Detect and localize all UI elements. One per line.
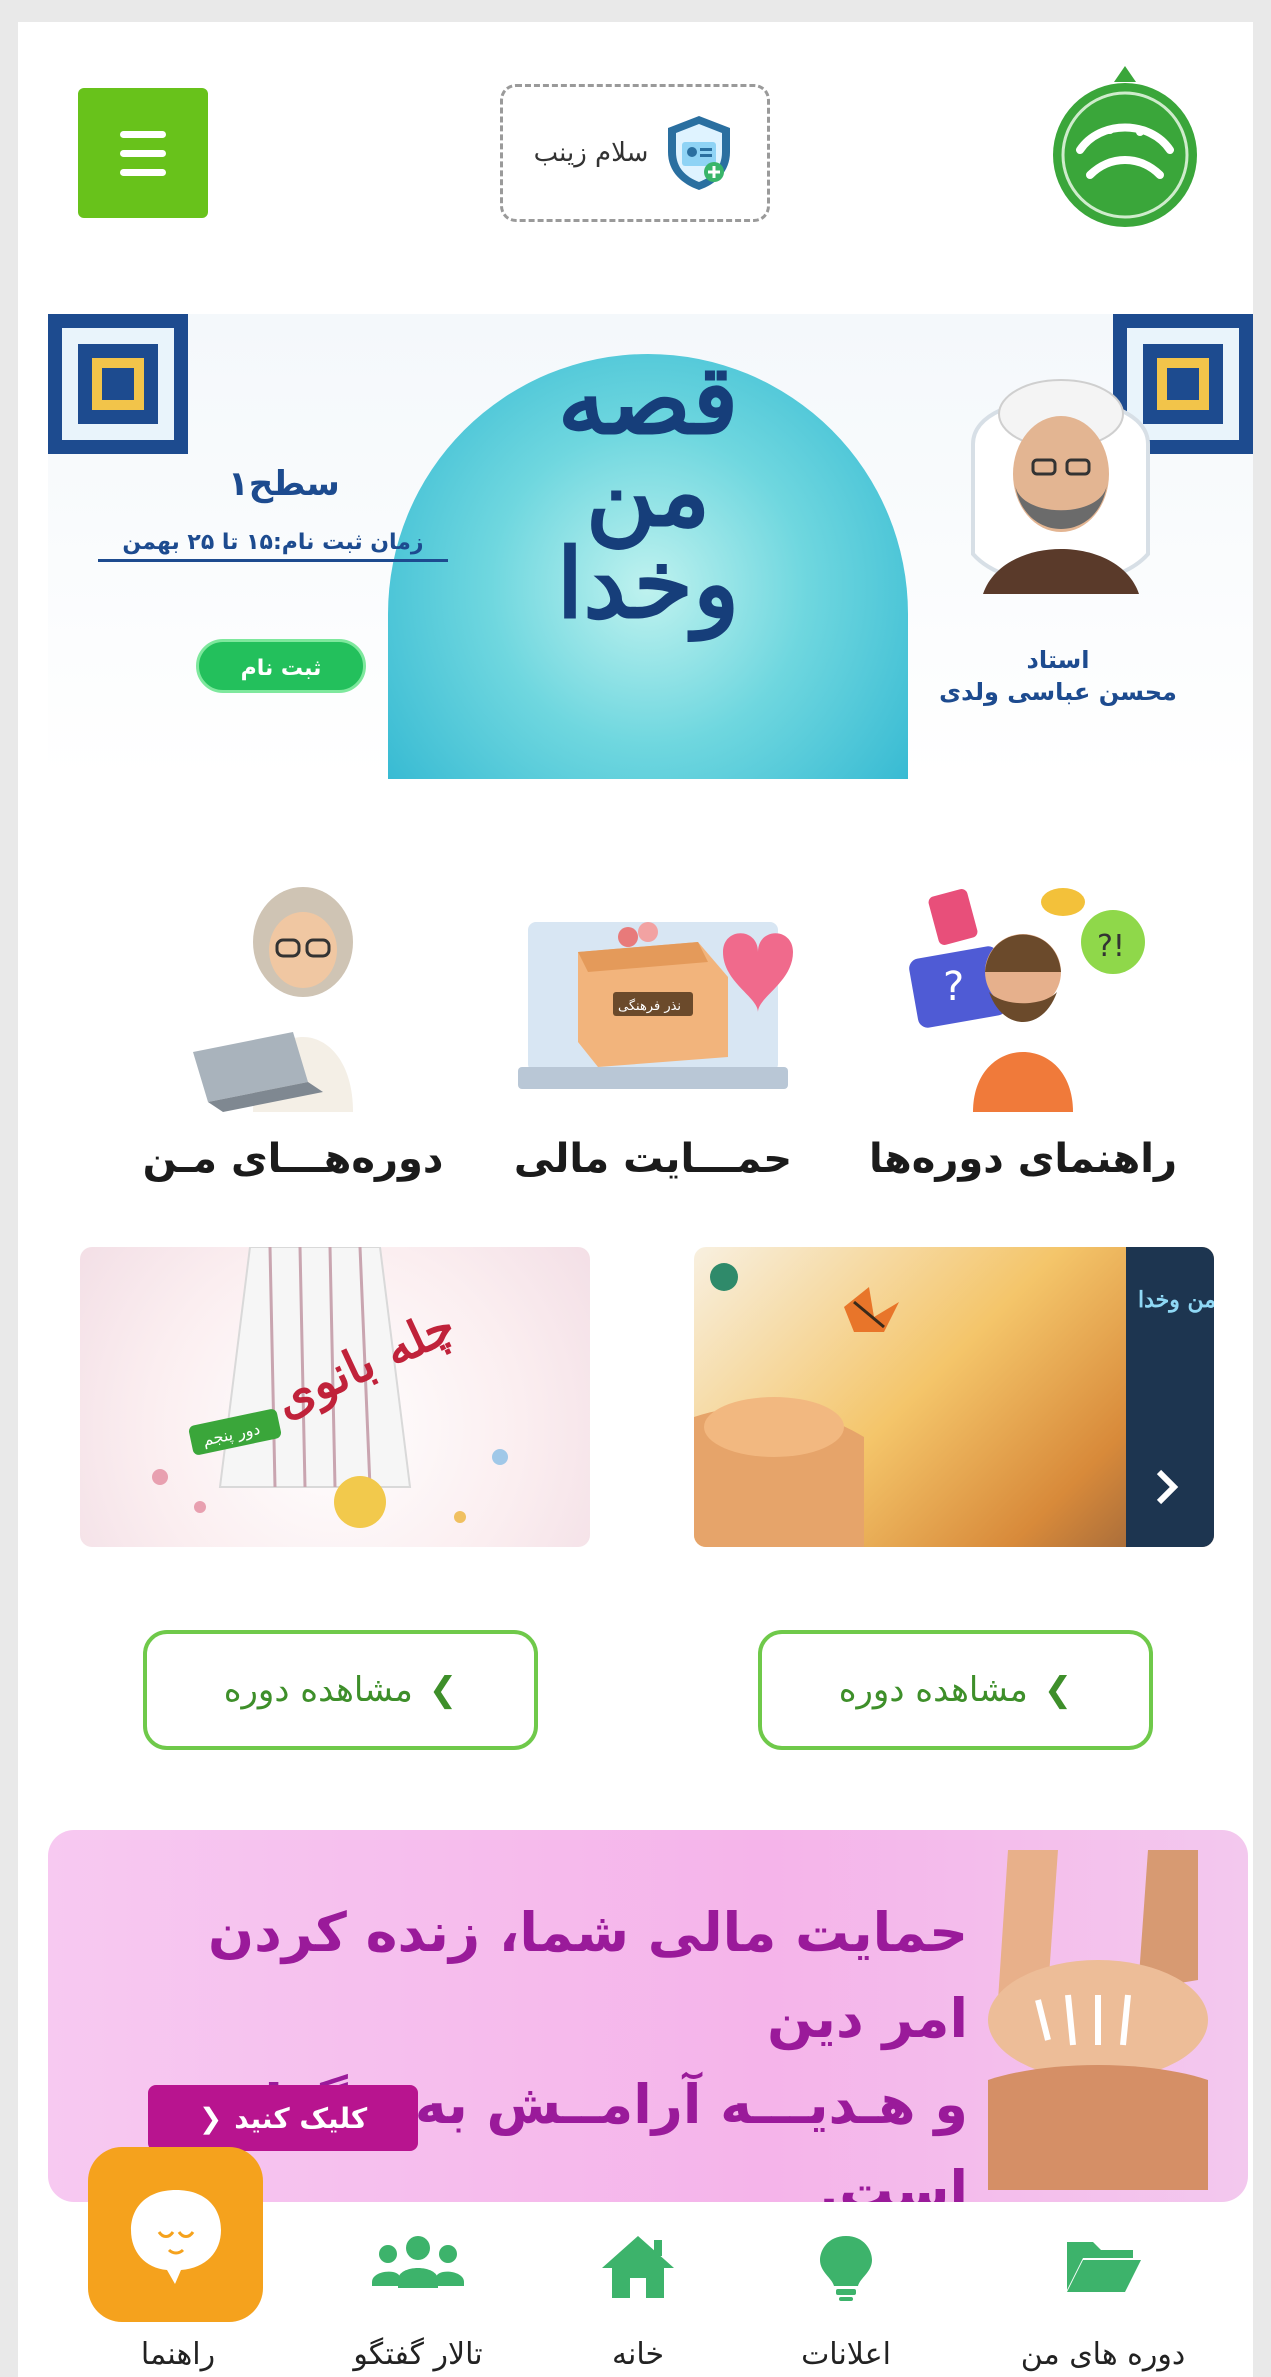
- donation-box-icon: نذر فرهنگی: [518, 922, 793, 1089]
- nav-item-forum[interactable]: تالار گفتگو: [318, 2232, 518, 2372]
- menu-icon-bar: [120, 130, 166, 138]
- help-chat-button[interactable]: [88, 2147, 263, 2322]
- hands-icon: [988, 1850, 1208, 2190]
- donation-message: حمایت مالی شما، زنده کردن امر دین و هـدی…: [128, 1890, 968, 2202]
- view-course-label: مشاهده دوره: [223, 1670, 413, 1710]
- course-illustration: دور پنجم چله بانوی: [152, 1247, 508, 1528]
- users-icon: [372, 2236, 464, 2288]
- chevron-left-icon: ❮: [1043, 1670, 1073, 1710]
- course-title-art: قصه من وخدا: [1138, 1287, 1214, 1313]
- hero-title-line: من: [585, 435, 711, 548]
- teacher-title: استاد: [1026, 646, 1090, 674]
- hero-banner[interactable]: قصه من وخدا سطح۱ زمان ثبت نام:۱۵ تا ۲۵ ب…: [48, 314, 1253, 779]
- svg-text:نذر فرهنگی: نذر فرهنگی: [618, 998, 681, 1014]
- quick-link-my-courses[interactable]: دوره‌هـــای مـن: [128, 882, 458, 1182]
- greeting-text: سلام زینب: [533, 138, 649, 168]
- svg-text:?!: ?!: [1097, 929, 1125, 964]
- view-course-button[interactable]: مشاهده دوره ❮: [758, 1630, 1153, 1750]
- nav-item-home[interactable]: خانه: [538, 2232, 738, 2372]
- svg-text:?: ?: [943, 964, 964, 1010]
- chevron-left-icon: ❮: [428, 1670, 458, 1710]
- chat-bubble-icon: [130, 2189, 221, 2284]
- donation-click-button[interactable]: کلیک کنید ❮: [148, 2085, 418, 2151]
- menu-icon-bar: [120, 149, 166, 157]
- nav-item-my-courses[interactable]: دوره های من: [1003, 2232, 1203, 2372]
- question-man-icon: ? ?!: [909, 888, 1145, 1112]
- hero-title-line: قصه: [557, 343, 739, 456]
- donation-line: حمایت مالی شما، زنده کردن امر دین: [208, 1901, 968, 2050]
- profile-shield-icon: [668, 116, 731, 190]
- teacher-name: محسن عباسی ولدی: [939, 678, 1177, 706]
- site-logo[interactable]: [1040, 60, 1210, 230]
- woman-laptop-icon: [193, 887, 353, 1112]
- hero-title-line: وخدا: [556, 527, 740, 640]
- quick-link-label: راهنمای دوره‌ها: [868, 1136, 1177, 1182]
- view-course-label: مشاهده دوره: [838, 1670, 1028, 1710]
- quick-link-donation[interactable]: نذر فرهنگی حمـــایت مالی: [488, 882, 818, 1182]
- quick-link-label: حمـــایت مالی: [513, 1136, 793, 1182]
- nav-label: دوره های من: [1020, 2337, 1186, 2372]
- course-image-ghesse[interactable]: قصه من وخدا: [694, 1247, 1214, 1547]
- teacher-caption: استاد محسن عباسی ولدی: [918, 644, 1198, 708]
- quick-link-course-guide[interactable]: ? ?! راهنمای دوره‌ها: [858, 882, 1188, 1182]
- view-course-button[interactable]: مشاهده دوره ❮: [143, 1630, 538, 1750]
- home-icon: [602, 2236, 674, 2298]
- menu-button[interactable]: [78, 88, 208, 218]
- register-button[interactable]: ثبت نام: [196, 639, 366, 693]
- nav-label: راهنما: [140, 2337, 216, 2372]
- nav-label: اعلانات: [801, 2337, 891, 2372]
- course-image-chelleh[interactable]: دور پنجم چله بانوی: [80, 1247, 590, 1547]
- teacher-portrait: [971, 379, 1150, 594]
- hero-title: قصه من وخدا: [518, 343, 778, 640]
- level-label: سطح۱: [228, 464, 340, 504]
- lightbulb-icon: [820, 2236, 872, 2301]
- profile-greeting[interactable]: سلام زینب: [500, 84, 770, 222]
- registration-time: زمان ثبت نام:۱۵ تا ۲۵ بهمن: [98, 530, 448, 562]
- course-illustration: قصه من وخدا: [694, 1247, 1214, 1547]
- app-screen: سلام زینب قصه من وخدا سطح۱ زمان ثبت نام:…: [18, 22, 1253, 2377]
- menu-icon-bar: [120, 168, 166, 176]
- chevron-left-icon: ❮: [198, 2101, 223, 2135]
- folder-icon: [1067, 2242, 1141, 2292]
- donation-button-label: کلیک کنید: [234, 2101, 368, 2135]
- tile-ornament-icon: [48, 314, 188, 454]
- nav-item-notifications[interactable]: اعلانات: [746, 2232, 946, 2372]
- nav-label: خانه: [611, 2337, 665, 2372]
- quick-link-label: دوره‌هـــای مـن: [142, 1136, 444, 1182]
- nav-label: تالار گفتگو: [353, 2337, 483, 2372]
